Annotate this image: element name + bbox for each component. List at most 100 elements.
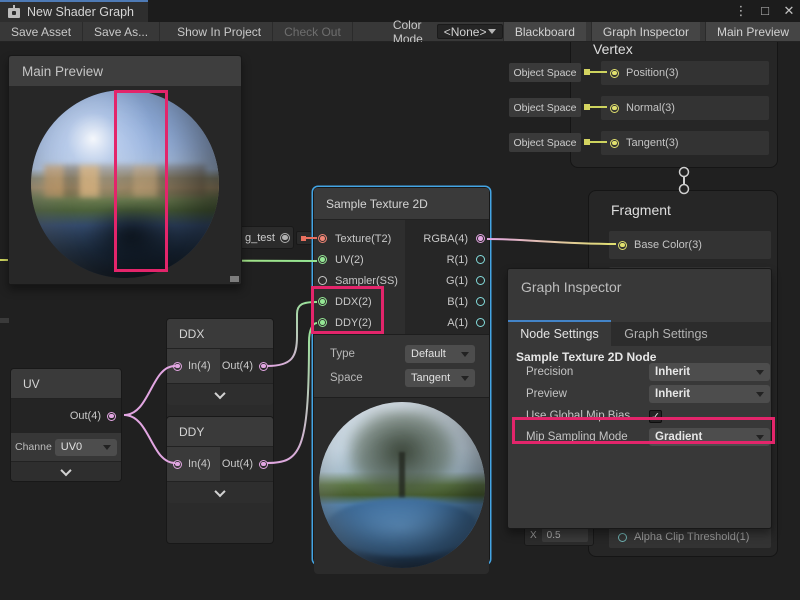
maximize-icon[interactable]: □ bbox=[758, 0, 772, 22]
ddy-collapse-control[interactable] bbox=[167, 481, 273, 503]
output-port-b[interactable]: B(1) bbox=[405, 296, 489, 308]
preview-dropdown[interactable]: Inherit bbox=[649, 385, 770, 403]
mip-bias-label: Use Global Mip Bias bbox=[526, 410, 630, 422]
uv-out-port[interactable]: Out(4) bbox=[11, 399, 121, 433]
sample-texture-2d-node[interactable]: Sample Texture 2D Texture(T2) RGBA(4) UV… bbox=[313, 187, 490, 564]
dropdown-arrow-icon bbox=[461, 352, 469, 357]
port-ddx-icon[interactable] bbox=[318, 297, 327, 306]
show-in-project-button[interactable]: Show In Project bbox=[166, 22, 273, 41]
port-b-icon[interactable] bbox=[476, 297, 485, 306]
input-port-uv[interactable]: UV(2) bbox=[314, 254, 405, 266]
port-in-icon[interactable] bbox=[173, 460, 182, 469]
type-dropdown[interactable]: Default bbox=[405, 345, 475, 363]
ddx-out-port[interactable]: Out(4) bbox=[220, 360, 273, 372]
main-preview-panel-header[interactable]: Main Preview bbox=[9, 56, 241, 86]
wire-ddx-out-to-ddx2[interactable] bbox=[267, 302, 317, 366]
vertex-port-normal[interactable]: Normal(3) bbox=[601, 96, 769, 120]
alpha-float-value-field[interactable]: 0.5 bbox=[542, 528, 588, 542]
node-preview-area[interactable] bbox=[314, 398, 489, 574]
blackboard-toggle-button[interactable]: Blackboard bbox=[503, 22, 586, 41]
node-preview-sphere[interactable] bbox=[319, 402, 485, 568]
port-in-icon[interactable] bbox=[173, 362, 182, 371]
fragment-port-alpha-clip[interactable]: Alpha Clip Threshold(1) bbox=[609, 526, 771, 548]
ddy-node[interactable]: DDY In(4) Out(4) bbox=[166, 416, 274, 544]
main-preview-sphere[interactable] bbox=[31, 90, 219, 278]
port-uv-icon[interactable] bbox=[318, 255, 327, 264]
port-texture-icon[interactable] bbox=[318, 234, 327, 243]
port-out-icon[interactable] bbox=[107, 412, 116, 421]
mip-mode-dropdown[interactable]: Gradient bbox=[649, 428, 770, 446]
ddy-node-title[interactable]: DDY bbox=[167, 417, 273, 447]
vertex-port-position[interactable]: Position(3) bbox=[601, 61, 769, 85]
tab-graph-settings[interactable]: Graph Settings bbox=[611, 322, 721, 346]
port-a-icon[interactable] bbox=[476, 318, 485, 327]
close-icon[interactable]: ✕ bbox=[782, 0, 796, 22]
ddy-out-port[interactable]: Out(4) bbox=[220, 458, 273, 470]
object-space-port-square-icon bbox=[584, 104, 590, 110]
input-port-texture[interactable]: Texture(T2) bbox=[314, 233, 405, 245]
port-normal-icon[interactable] bbox=[610, 104, 619, 113]
port-out-icon[interactable] bbox=[259, 460, 268, 469]
ddx-collapse-control[interactable] bbox=[167, 383, 273, 405]
port-tangent-icon[interactable] bbox=[610, 139, 619, 148]
dropdown-arrow-icon bbox=[461, 376, 469, 381]
main-preview-viewport[interactable] bbox=[9, 86, 241, 284]
uv-node-title[interactable]: UV bbox=[11, 369, 121, 399]
output-port-g[interactable]: G(1) bbox=[405, 275, 489, 287]
property-node-port-stub[interactable] bbox=[296, 231, 312, 245]
resize-grip[interactable] bbox=[230, 276, 239, 282]
kebab-menu-icon[interactable]: ⋮ bbox=[734, 0, 748, 22]
collapse-chevron-icon bbox=[214, 387, 225, 398]
channel-dropdown[interactable]: UV0 bbox=[55, 439, 117, 456]
port-r-icon[interactable] bbox=[476, 255, 485, 264]
shader-graph-tab[interactable]: New Shader Graph bbox=[0, 0, 148, 22]
dropdown-arrow-icon bbox=[756, 435, 764, 440]
uv-node[interactable]: UV Out(4) Channe UV0 bbox=[10, 368, 122, 482]
object-space-selector-position[interactable]: Object Space bbox=[509, 63, 581, 82]
mip-bias-checkbox[interactable]: ✓ bbox=[649, 410, 662, 423]
property-node-g-test[interactable]: g_test bbox=[238, 226, 294, 249]
color-mode-dropdown[interactable]: <None> bbox=[437, 24, 503, 39]
input-port-ddx[interactable]: DDX(2) bbox=[314, 296, 405, 308]
graph-inspector-panel[interactable]: Graph Inspector Node Settings Graph Sett… bbox=[507, 268, 772, 529]
object-space-selector-normal[interactable]: Object Space bbox=[509, 98, 581, 117]
port-g-icon[interactable] bbox=[476, 276, 485, 285]
port-sampler-icon[interactable] bbox=[318, 276, 327, 285]
preview-row: Preview Inherit bbox=[508, 384, 771, 404]
ddx-node-title[interactable]: DDX bbox=[167, 319, 273, 349]
vertex-port-tangent[interactable]: Tangent(3) bbox=[601, 131, 769, 155]
input-port-sampler[interactable]: Sampler(SS) bbox=[314, 275, 405, 287]
save-asset-button[interactable]: Save Asset bbox=[0, 22, 83, 41]
ddx-in-port[interactable]: In(4) bbox=[167, 349, 220, 383]
save-as-button[interactable]: Save As... bbox=[83, 22, 160, 41]
object-space-selector-tangent[interactable]: Object Space bbox=[509, 133, 581, 152]
fragment-port-base-color[interactable]: Base Color(3) bbox=[609, 231, 771, 259]
output-port-rgba[interactable]: RGBA(4) bbox=[405, 233, 489, 245]
sample-texture-node-title[interactable]: Sample Texture 2D bbox=[314, 188, 489, 220]
wire-ddy-out-to-ddy2[interactable] bbox=[267, 323, 317, 463]
precision-dropdown[interactable]: Inherit bbox=[649, 363, 770, 381]
collapse-chevron-icon bbox=[214, 485, 225, 496]
main-preview-panel[interactable]: Main Preview bbox=[8, 55, 242, 285]
output-port-a[interactable]: A(1) bbox=[405, 317, 489, 329]
port-out-icon[interactable] bbox=[259, 362, 268, 371]
port-rgba-icon[interactable] bbox=[476, 234, 485, 243]
space-dropdown[interactable]: Tangent bbox=[405, 369, 475, 387]
vertex-context-block[interactable]: Vertex Position(3) Normal(3) Tangent(3) bbox=[570, 42, 778, 168]
graph-canvas[interactable]: Vertex Position(3) Normal(3) Tangent(3) … bbox=[0, 42, 800, 600]
uv-collapse-control[interactable] bbox=[11, 461, 121, 481]
graph-inspector-toggle-button[interactable]: Graph Inspector bbox=[591, 22, 700, 41]
input-port-ddy[interactable]: DDY(2) bbox=[314, 317, 405, 329]
main-preview-toggle-button[interactable]: Main Preview bbox=[705, 22, 800, 41]
type-label: Type bbox=[330, 348, 355, 360]
port-alpha-clip-icon[interactable] bbox=[618, 533, 627, 542]
ddy-in-port[interactable]: In(4) bbox=[167, 447, 220, 481]
port-position-icon[interactable] bbox=[610, 69, 619, 78]
pool-reflection bbox=[326, 498, 479, 556]
port-ddy-icon[interactable] bbox=[318, 318, 327, 327]
output-port-r[interactable]: R(1) bbox=[405, 254, 489, 266]
connector-handle-icon[interactable] bbox=[680, 168, 689, 177]
tab-node-settings[interactable]: Node Settings bbox=[508, 322, 611, 346]
port-base-color-icon[interactable] bbox=[618, 241, 627, 250]
tree-trunk-reflection bbox=[399, 452, 406, 498]
